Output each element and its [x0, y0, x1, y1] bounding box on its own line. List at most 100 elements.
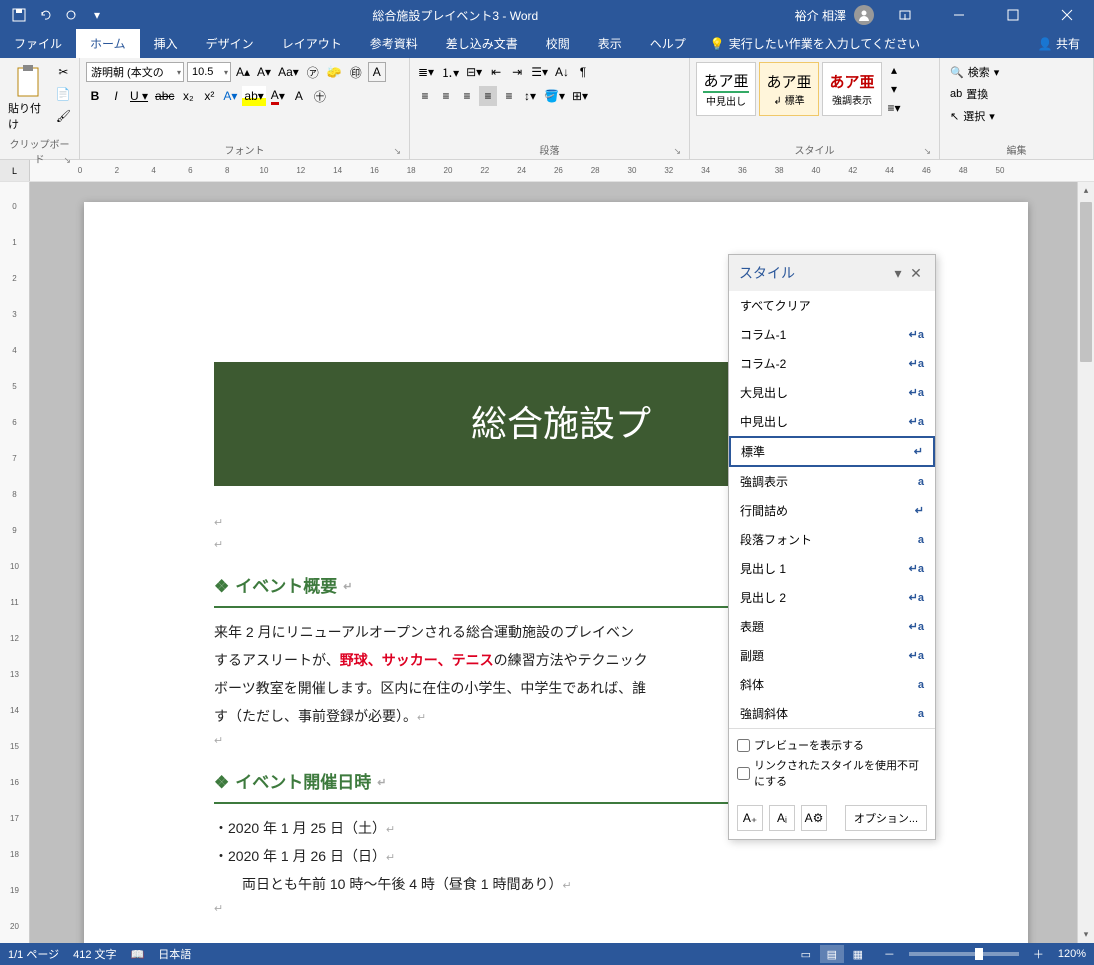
style-list-item[interactable]: コラム-1↵a: [729, 320, 935, 349]
enclose-icon[interactable]: ㊞: [347, 62, 365, 82]
maximize-icon[interactable]: [990, 0, 1036, 30]
paste-button[interactable]: 貼り付け: [6, 62, 50, 134]
highlight-icon[interactable]: ab▾: [242, 86, 265, 106]
pane-options-icon[interactable]: ▾: [889, 265, 907, 282]
proofing-icon[interactable]: 📖: [131, 948, 145, 961]
style-list-item[interactable]: すべてクリア: [729, 291, 935, 320]
align-right-icon[interactable]: ≡: [458, 86, 476, 106]
font-launcher-icon[interactable]: ↘: [393, 146, 401, 157]
text-effects-icon[interactable]: A▾: [221, 86, 239, 106]
enclose-char-icon[interactable]: ㊉: [311, 86, 329, 106]
style-list-item[interactable]: 中見出し↵a: [729, 407, 935, 436]
zoom-level[interactable]: 120%: [1058, 948, 1086, 960]
superscript-button[interactable]: x²: [200, 86, 218, 106]
print-layout-icon[interactable]: ▤: [820, 945, 844, 963]
language-indicator[interactable]: 日本語: [158, 946, 191, 962]
paragraph-launcher-icon[interactable]: ↘: [673, 146, 681, 157]
tab-design[interactable]: デザイン: [192, 29, 268, 58]
subscript-button[interactable]: x₂: [179, 86, 197, 106]
bold-button[interactable]: B: [86, 86, 104, 106]
qat-more-icon[interactable]: ▾: [86, 4, 108, 26]
tab-review[interactable]: 校閲: [532, 29, 584, 58]
options-button[interactable]: オプション...: [845, 805, 927, 831]
word-count[interactable]: 412 文字: [73, 946, 116, 962]
pane-close-icon[interactable]: ✕: [907, 265, 925, 282]
bullets-icon[interactable]: ≣▾: [416, 62, 436, 82]
style-heading2[interactable]: あア亜中見出し: [696, 62, 756, 116]
body-text[interactable]: ・2020 年 1 月 26 日（日）↵: [214, 842, 908, 870]
pane-header[interactable]: スタイル ▾ ✕: [729, 255, 935, 291]
style-list-item[interactable]: 見出し 2↵a: [729, 583, 935, 612]
scroll-up-icon[interactable]: ▴: [1078, 182, 1094, 199]
sort-icon[interactable]: A↓: [553, 62, 571, 82]
numbering-icon[interactable]: ⒈▾: [439, 62, 461, 82]
avatar-icon[interactable]: [854, 5, 874, 25]
share-button[interactable]: 👤 共有: [1024, 29, 1094, 58]
justify-icon[interactable]: ≡: [479, 86, 497, 106]
style-emphasis[interactable]: あア亜強調表示: [822, 62, 882, 116]
scroll-thumb[interactable]: [1080, 202, 1092, 362]
zoom-slider[interactable]: [909, 952, 1019, 956]
decrease-indent-icon[interactable]: ⇤: [487, 62, 505, 82]
scrollbar-vertical[interactable]: ▴ ▾: [1077, 182, 1094, 943]
style-list-item[interactable]: 副題↵a: [729, 641, 935, 670]
format-painter-icon[interactable]: 🖌: [54, 106, 73, 126]
style-list-item[interactable]: 強調斜体a: [729, 699, 935, 728]
zoom-in-icon[interactable]: ＋: [1033, 946, 1044, 962]
tab-references[interactable]: 参考資料: [356, 29, 432, 58]
select-button[interactable]: ↖選択 ▾: [946, 106, 1003, 126]
grow-font-icon[interactable]: A▴: [234, 62, 252, 82]
body-text[interactable]: 両日とも午前 10 時～午後 4 時（昼食 1 時間あり）↵: [214, 870, 908, 898]
tab-help[interactable]: ヘルプ: [636, 29, 700, 58]
page-indicator[interactable]: 1/1 ページ: [8, 946, 59, 962]
undo-icon[interactable]: [34, 4, 56, 26]
font-size-select[interactable]: 10.5: [187, 62, 231, 82]
tab-layout[interactable]: レイアウト: [268, 29, 356, 58]
find-button[interactable]: 🔍検索 ▾: [946, 62, 1003, 82]
manage-styles-icon[interactable]: A⚙: [801, 805, 827, 831]
show-marks-icon[interactable]: ¶: [574, 62, 592, 82]
web-layout-icon[interactable]: ▦: [846, 945, 870, 963]
read-mode-icon[interactable]: ▭: [794, 945, 818, 963]
style-list-item[interactable]: 表題↵a: [729, 612, 935, 641]
ribbon-options-icon[interactable]: [882, 0, 928, 30]
clear-format-icon[interactable]: 🧽: [325, 62, 344, 82]
align-left-icon[interactable]: ≡: [416, 86, 434, 106]
tell-me[interactable]: 💡実行したい作業を入力してください: [700, 29, 1024, 58]
style-list-item[interactable]: 強調表示a: [729, 467, 935, 496]
tab-file[interactable]: ファイル: [0, 29, 76, 58]
shading-icon[interactable]: 🪣▾: [542, 86, 567, 106]
tab-insert[interactable]: 挿入: [140, 29, 192, 58]
close-icon[interactable]: [1044, 0, 1090, 30]
character-border-icon[interactable]: A: [368, 62, 386, 82]
line-spacing-icon[interactable]: ↕▾: [521, 86, 539, 106]
linked-checkbox[interactable]: リンクされたスタイルを使用不可にする: [737, 755, 927, 791]
copy-icon[interactable]: 📄: [54, 84, 73, 104]
tab-mailings[interactable]: 差し込み文書: [432, 29, 532, 58]
redo-icon[interactable]: [60, 4, 82, 26]
style-list-item[interactable]: 標準↵: [729, 436, 935, 467]
preview-checkbox[interactable]: プレビューを表示する: [737, 735, 927, 755]
shrink-font-icon[interactable]: A▾: [255, 62, 273, 82]
style-list-item[interactable]: 大見出し↵a: [729, 378, 935, 407]
cut-icon[interactable]: ✂: [54, 62, 73, 82]
distributed-icon[interactable]: ≡: [500, 86, 518, 106]
character-shading-icon[interactable]: A: [290, 86, 308, 106]
style-list-item[interactable]: 段落フォントa: [729, 525, 935, 554]
ruler-vertical[interactable]: 01234567891011121314151617181920: [0, 182, 30, 943]
change-case-icon[interactable]: Aa▾: [276, 62, 301, 82]
multilevel-icon[interactable]: ⊟▾: [464, 62, 484, 82]
italic-button[interactable]: I: [107, 86, 125, 106]
new-style-icon[interactable]: A₊: [737, 805, 763, 831]
scroll-down-icon[interactable]: ▾: [1078, 926, 1094, 943]
style-normal[interactable]: あア亜↲ 標準: [759, 62, 819, 116]
align-center-icon[interactable]: ≡: [437, 86, 455, 106]
style-list-item[interactable]: 斜体a: [729, 670, 935, 699]
tab-view[interactable]: 表示: [584, 29, 636, 58]
replace-button[interactable]: ab置換: [946, 84, 1003, 104]
borders-icon[interactable]: ⊞▾: [570, 86, 590, 106]
styles-row-down-icon[interactable]: ▾: [885, 81, 903, 98]
styles-row-up-icon[interactable]: ▴: [885, 62, 903, 79]
increase-indent-icon[interactable]: ⇥: [508, 62, 526, 82]
minimize-icon[interactable]: [936, 0, 982, 30]
